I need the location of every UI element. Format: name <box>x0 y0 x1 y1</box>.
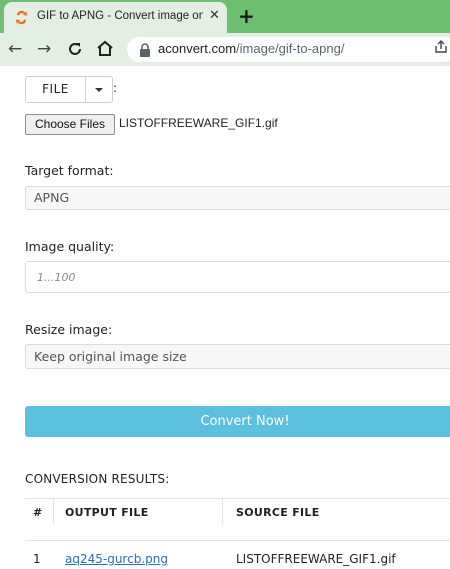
target-format-select[interactable]: APNG <box>25 186 450 210</box>
file-source-dropdown: FILE <box>25 76 113 103</box>
table-top-border <box>25 498 450 499</box>
header-source-file: SOURCE FILE <box>236 506 320 519</box>
close-tab-icon[interactable]: ✕ <box>209 8 220 23</box>
aconvert-favicon-icon <box>15 10 28 25</box>
browser-toolbar: ← → aconvert.com/image/gif-to-apng/ <box>0 33 450 66</box>
new-tab-icon[interactable]: + <box>238 4 255 28</box>
column-divider <box>222 499 223 524</box>
header-num: # <box>33 506 43 519</box>
share-icon[interactable] <box>434 40 448 54</box>
back-arrow-icon[interactable]: ← <box>8 39 22 59</box>
image-quality-placeholder: 1...100 <box>37 271 76 284</box>
row-number: 1 <box>33 552 41 566</box>
target-format-label: Target format: <box>25 163 114 178</box>
image-quality-input[interactable]: 1...100 <box>25 261 450 293</box>
url-text: aconvert.com/image/gif-to-apng/ <box>158 41 345 56</box>
resize-image-label: Resize image: <box>25 322 113 337</box>
reload-icon[interactable] <box>67 41 83 57</box>
selected-file-name: LISTOFFREEWARE_GIF1.gif <box>119 116 278 130</box>
home-icon[interactable] <box>96 40 114 57</box>
page-content: FILE : Choose Files LISTOFFREEWARE_GIF1.… <box>0 66 450 569</box>
resize-image-value: Keep original image size <box>34 349 187 364</box>
image-quality-label: Image quality: <box>25 239 115 254</box>
file-button[interactable]: FILE <box>26 77 85 102</box>
table-header-border <box>25 540 450 541</box>
column-divider <box>53 499 54 524</box>
forward-arrow-icon[interactable]: → <box>37 39 51 59</box>
colon-text: : <box>113 81 118 95</box>
convert-now-button[interactable]: Convert Now! <box>25 406 450 437</box>
tab-strip: GIF to APNG - Convert image online ✕ + <box>0 0 450 33</box>
source-file-name: LISTOFFREEWARE_GIF1.gif <box>236 552 396 566</box>
browser-tab[interactable]: GIF to APNG - Convert image online ✕ <box>4 2 227 33</box>
target-format-value: APNG <box>34 190 70 205</box>
resize-image-select[interactable]: Keep original image size <box>25 344 450 369</box>
choose-files-button[interactable]: Choose Files <box>25 114 115 135</box>
output-file-link[interactable]: aq245-gurcb.png <box>65 552 168 566</box>
header-output-file: OUTPUT FILE <box>65 506 149 519</box>
caret-down-icon <box>95 88 103 92</box>
file-source-toggle[interactable] <box>85 77 112 102</box>
tab-title: GIF to APNG - Convert image online <box>37 10 203 22</box>
lock-icon <box>140 43 150 57</box>
address-bar[interactable]: aconvert.com/image/gif-to-apng/ <box>127 37 450 62</box>
conversion-results-title: CONVERSION RESULTS: <box>25 472 170 486</box>
